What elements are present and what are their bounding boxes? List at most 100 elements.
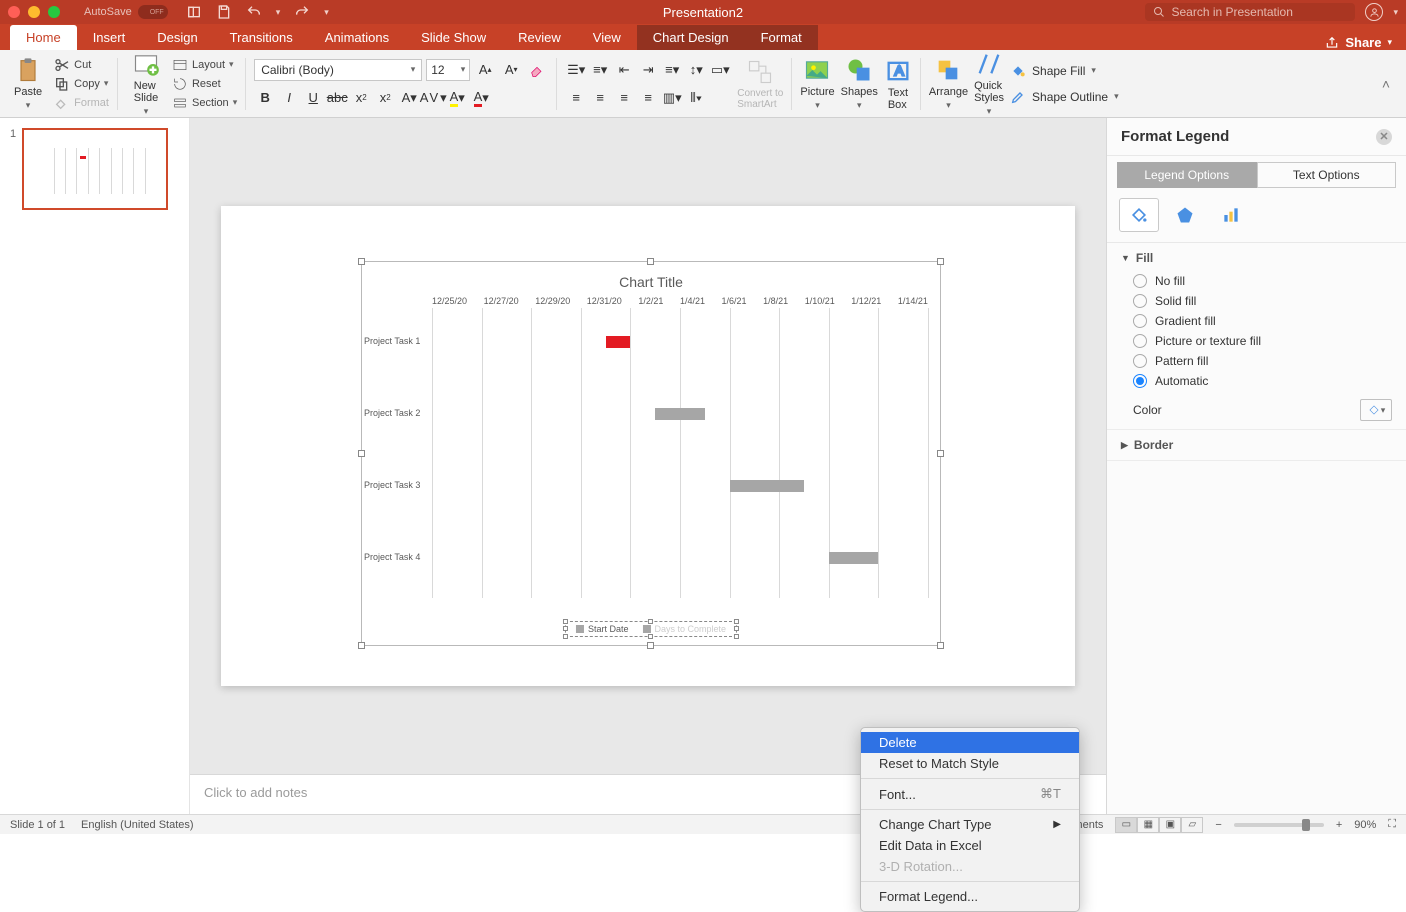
redo-icon[interactable] (294, 4, 310, 20)
shape-fill-button[interactable]: Shape Fill▾ (1010, 63, 1119, 79)
slide-canvas[interactable]: Chart Title 12/25/20 12/27/20 12/29/20 1… (221, 206, 1075, 686)
italic-button[interactable]: I (278, 87, 300, 109)
canvas-area[interactable]: Chart Title 12/25/20 12/27/20 12/29/20 1… (190, 118, 1106, 774)
resize-handle-mr[interactable] (937, 450, 944, 457)
tab-animations[interactable]: Animations (309, 25, 405, 50)
convert-smartart-button[interactable]: Convert to SmartArt (737, 58, 783, 110)
home-qat-icon[interactable] (186, 4, 202, 20)
resize-handle-bm[interactable] (647, 642, 654, 649)
effects-tab[interactable] (1165, 198, 1205, 232)
ctx-font[interactable]: Font...⌘T (861, 783, 1079, 805)
font-size-select[interactable]: 12▾ (426, 59, 470, 81)
user-account-icon[interactable] (1365, 3, 1383, 21)
sorter-view-button[interactable]: ▦ (1137, 817, 1159, 833)
slide-counter[interactable]: Slide 1 of 1 (10, 819, 65, 831)
line-spacing-button[interactable]: ≡▾ (661, 59, 683, 81)
ctx-change-chart-type[interactable]: Change Chart Type▶ (861, 814, 1079, 835)
quick-styles-button[interactable]: Quick Styles▾ (974, 50, 1004, 117)
save-icon[interactable] (216, 4, 232, 20)
chart-bar-3[interactable] (730, 480, 804, 492)
tab-slideshow[interactable]: Slide Show (405, 25, 502, 50)
user-dropdown-icon[interactable]: ▾ (1393, 7, 1398, 18)
zoom-level[interactable]: 90% (1354, 819, 1376, 831)
zoom-window-icon[interactable] (48, 6, 60, 18)
shape-outline-button[interactable]: Shape Outline▾ (1010, 89, 1119, 105)
subscript-button[interactable]: x2 (374, 87, 396, 109)
align-right-button[interactable]: ≡ (613, 87, 635, 109)
qat-customize-icon[interactable]: ▾ (324, 7, 329, 18)
columns-button[interactable]: ▥▾ (661, 87, 683, 109)
chart-plot-area[interactable]: Project Task 1 Project Task 2 Project Ta… (432, 308, 928, 598)
chart-title[interactable]: Chart Title (362, 262, 940, 290)
language-indicator[interactable]: English (United States) (81, 819, 194, 831)
layout-button[interactable]: Layout▾ (172, 57, 237, 73)
fit-to-window-button[interactable]: ⛶ (1388, 818, 1396, 831)
zoom-slider-thumb[interactable] (1302, 819, 1310, 831)
chart-bar-2[interactable] (655, 408, 705, 420)
chart-bar-1[interactable] (606, 336, 631, 348)
share-dropdown-icon[interactable]: ▾ (1387, 37, 1392, 48)
resize-handle-br[interactable] (937, 642, 944, 649)
border-section-header[interactable]: ▶Border (1121, 438, 1392, 452)
tab-text-options[interactable]: Text Options (1257, 162, 1397, 188)
clear-formatting-button[interactable] (526, 59, 548, 81)
reset-button[interactable]: Reset (172, 76, 237, 92)
tab-format[interactable]: Format (745, 25, 818, 50)
char-spacing-button[interactable]: AV▾ (422, 87, 444, 109)
slideshow-view-button[interactable]: ▱ (1181, 817, 1203, 833)
numbering-button[interactable]: ≡▾ (589, 59, 611, 81)
align-text-button[interactable]: ▭▾ (709, 59, 731, 81)
increase-indent-button[interactable]: ⇥ (637, 59, 659, 81)
tab-design[interactable]: Design (141, 25, 213, 50)
cut-button[interactable]: Cut (54, 57, 109, 73)
zoom-in-button[interactable]: + (1336, 819, 1342, 831)
radio-picture-fill[interactable]: Picture or texture fill (1121, 331, 1392, 351)
fill-line-tab[interactable] (1119, 198, 1159, 232)
distribute-button[interactable]: ⫴▾ (685, 87, 707, 109)
resize-handle-tm[interactable] (647, 258, 654, 265)
collapse-ribbon-button[interactable]: ˄ (1382, 76, 1398, 92)
ctx-reset-style[interactable]: Reset to Match Style (861, 753, 1079, 774)
tab-legend-options[interactable]: Legend Options (1117, 162, 1257, 188)
legend-options-tab[interactable] (1211, 198, 1251, 232)
color-picker-button[interactable]: ▾ (1360, 399, 1392, 421)
radio-solid-fill[interactable]: Solid fill (1121, 291, 1392, 311)
radio-no-fill[interactable]: No fill (1121, 271, 1392, 291)
minimize-window-icon[interactable] (28, 6, 40, 18)
share-button[interactable]: Share (1345, 35, 1381, 50)
increase-font-button[interactable]: A▴ (474, 59, 496, 81)
zoom-slider[interactable] (1234, 823, 1324, 827)
shapes-button[interactable]: Shapes▾ (841, 56, 878, 111)
strikethrough-button[interactable]: abc (326, 87, 348, 109)
undo-icon[interactable] (246, 4, 262, 20)
ctx-edit-data[interactable]: Edit Data in Excel (861, 835, 1079, 856)
ctx-format-legend[interactable]: Format Legend... (861, 886, 1079, 907)
align-left-button[interactable]: ≡ (565, 87, 587, 109)
format-painter-button[interactable]: Format (54, 95, 109, 111)
radio-gradient-fill[interactable]: Gradient fill (1121, 311, 1392, 331)
reading-view-button[interactable]: ▣ (1159, 817, 1181, 833)
close-pane-button[interactable]: ✕ (1376, 129, 1392, 145)
chart-legend[interactable]: Start Date Days to Complete (565, 621, 737, 637)
tab-home[interactable]: Home (10, 25, 77, 50)
superscript-button[interactable]: x2 (350, 87, 372, 109)
textbox-button[interactable]: A Text Box (884, 57, 912, 111)
tab-transitions[interactable]: Transitions (214, 25, 309, 50)
highlight-button[interactable]: A▾ (446, 87, 468, 109)
section-button[interactable]: Section▾ (172, 95, 237, 111)
arrange-button[interactable]: Arrange▾ (929, 56, 968, 111)
resize-handle-tr[interactable] (937, 258, 944, 265)
chart-bar-4[interactable] (829, 552, 879, 564)
change-case-button[interactable]: A▾ (398, 87, 420, 109)
picture-button[interactable]: Picture▾ (800, 56, 834, 111)
resize-handle-bl[interactable] (358, 642, 365, 649)
close-window-icon[interactable] (8, 6, 20, 18)
chart-object[interactable]: Chart Title 12/25/20 12/27/20 12/29/20 1… (361, 261, 941, 646)
bold-button[interactable]: B (254, 87, 276, 109)
radio-pattern-fill[interactable]: Pattern fill (1121, 351, 1392, 371)
resize-handle-ml[interactable] (358, 450, 365, 457)
underline-button[interactable]: U (302, 87, 324, 109)
bullets-button[interactable]: ☰▾ (565, 59, 587, 81)
text-direction-button[interactable]: ↕▾ (685, 59, 707, 81)
resize-handle-tl[interactable] (358, 258, 365, 265)
